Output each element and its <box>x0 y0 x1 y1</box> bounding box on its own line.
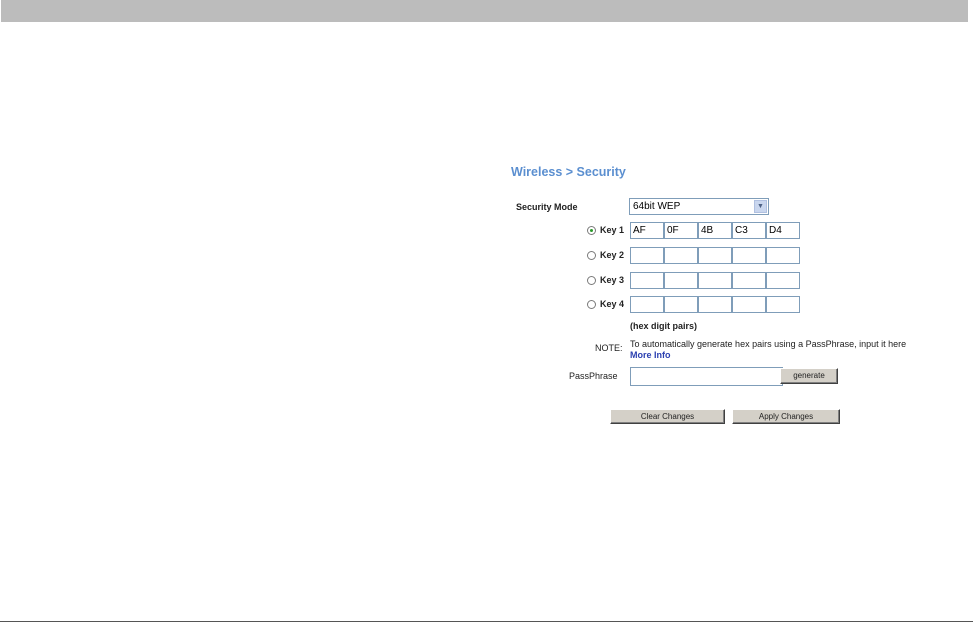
key-2-hex-field[interactable] <box>766 247 800 264</box>
apply-changes-button[interactable]: Apply Changes <box>732 409 840 424</box>
page-title: Wireless > Security <box>511 165 626 179</box>
key-2-hex-field[interactable] <box>664 247 698 264</box>
key-1-radio[interactable] <box>587 226 596 235</box>
key-3-label: Key 3 <box>600 275 625 285</box>
key-2-hex-field[interactable] <box>630 247 664 264</box>
key-4-hex-field[interactable] <box>630 296 664 313</box>
hex-hint: (hex digit pairs) <box>630 321 698 331</box>
security-mode-value: 64bit WEP <box>633 201 681 212</box>
key-1-hex-field[interactable]: 4B <box>698 222 732 239</box>
key-4-radio[interactable] <box>587 300 596 309</box>
key-4-hex-field[interactable] <box>664 296 698 313</box>
key-3-hex-field[interactable] <box>766 272 800 289</box>
key-2-hex-field[interactable] <box>698 247 732 264</box>
clear-changes-button[interactable]: Clear Changes <box>610 409 725 424</box>
more-info-link[interactable]: More Info <box>630 350 671 360</box>
key-4-hex-field[interactable] <box>766 296 800 313</box>
key-1-hex-field[interactable]: D4 <box>766 222 800 239</box>
key-4-hex-field[interactable] <box>698 296 732 313</box>
key-4-hex-field[interactable] <box>732 296 766 313</box>
key-3-hex-field[interactable] <box>664 272 698 289</box>
key-2-label: Key 2 <box>600 250 625 260</box>
chevron-down-icon[interactable]: ▼ <box>754 200 767 213</box>
key-3-hex-field[interactable] <box>732 272 766 289</box>
generate-button[interactable]: generate <box>780 368 838 384</box>
passphrase-input[interactable] <box>630 367 783 386</box>
security-mode-select[interactable]: 64bit WEP ▼ <box>629 198 769 215</box>
key-3-hex-field[interactable] <box>698 272 732 289</box>
key-1-label: Key 1 <box>600 225 625 235</box>
key-1-hex-field[interactable]: 0F <box>664 222 698 239</box>
security-mode-label: Security Mode <box>516 202 578 212</box>
key-3-radio[interactable] <box>587 276 596 285</box>
top-bar <box>1 0 968 22</box>
key-2-radio[interactable] <box>587 251 596 260</box>
passphrase-label: PassPhrase <box>569 371 618 381</box>
footer-divider <box>0 621 973 622</box>
key-2-hex-field[interactable] <box>732 247 766 264</box>
note-text: To automatically generate hex pairs usin… <box>630 339 907 349</box>
key-1-hex-field[interactable]: AF <box>630 222 664 239</box>
key-3-hex-field[interactable] <box>630 272 664 289</box>
key-1-hex-field[interactable]: C3 <box>732 222 766 239</box>
key-4-label: Key 4 <box>600 299 625 309</box>
note-label: NOTE: <box>595 343 623 353</box>
